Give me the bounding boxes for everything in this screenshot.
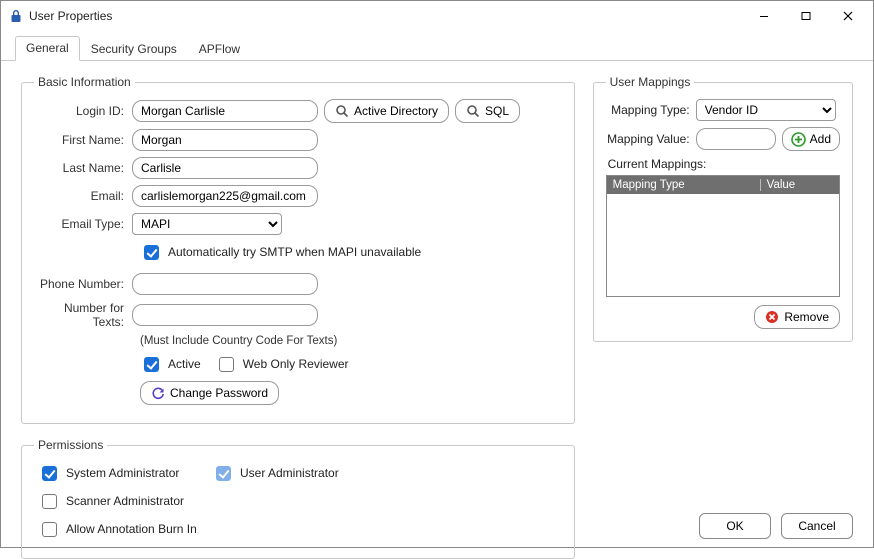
maximize-button[interactable] xyxy=(785,1,827,31)
scanneradmin-label: Scanner Administrator xyxy=(66,494,184,508)
auto-smtp-checkbox[interactable] xyxy=(144,245,159,260)
mapping-type-select[interactable]: Vendor ID xyxy=(696,99,836,121)
search-icon xyxy=(335,104,349,118)
search-icon xyxy=(466,104,480,118)
user-mappings-group: User Mappings Mapping Type: Vendor ID Ma… xyxy=(593,75,853,342)
current-mappings-grid[interactable]: Mapping Type Value xyxy=(606,175,840,297)
active-directory-button-label: Active Directory xyxy=(354,104,438,118)
cancel-button[interactable]: Cancel xyxy=(781,513,853,539)
sysadmin-label: System Administrator xyxy=(66,466,179,480)
sysadmin-checkbox-wrap[interactable]: System Administrator xyxy=(38,463,198,484)
active-directory-button[interactable]: Active Directory xyxy=(324,99,449,123)
auto-smtp-checkbox-wrap[interactable]: Automatically try SMTP when MAPI unavail… xyxy=(140,242,421,263)
text-number-note: (Must Include Country Code For Texts) xyxy=(140,335,562,347)
remove-icon xyxy=(765,310,779,324)
tab-security-groups-label: Security Groups xyxy=(91,42,177,56)
plus-icon xyxy=(791,132,806,147)
web-only-checkbox-wrap[interactable]: Web Only Reviewer xyxy=(215,354,349,375)
ok-button-label: OK xyxy=(726,519,743,533)
active-checkbox[interactable] xyxy=(144,357,159,372)
grid-body xyxy=(607,194,839,296)
allow-burn-checkbox[interactable] xyxy=(42,522,57,537)
login-id-input[interactable] xyxy=(132,100,318,122)
text-number-input[interactable] xyxy=(132,304,318,326)
ok-button[interactable]: OK xyxy=(699,513,771,539)
tab-general[interactable]: General xyxy=(15,36,80,61)
grid-header: Mapping Type Value xyxy=(607,176,839,194)
mapping-value-label: Mapping Value: xyxy=(606,132,696,146)
mapping-type-label: Mapping Type: xyxy=(606,103,696,117)
grid-col-value: Value xyxy=(761,179,839,191)
useradmin-checkbox xyxy=(216,466,231,481)
basic-information-legend: Basic Information xyxy=(34,75,135,89)
email-input[interactable] xyxy=(132,185,318,207)
first-name-label: First Name: xyxy=(34,133,132,147)
window-title: User Properties xyxy=(29,9,112,23)
web-only-checkbox[interactable] xyxy=(219,357,234,372)
current-mappings-label: Current Mappings: xyxy=(608,157,840,171)
add-mapping-label: Add xyxy=(810,132,831,146)
email-type-label: Email Type: xyxy=(34,217,132,231)
user-mappings-legend: User Mappings xyxy=(606,75,695,89)
tab-bar: General Security Groups APFlow xyxy=(1,31,873,61)
login-id-label: Login ID: xyxy=(34,104,132,118)
active-label: Active xyxy=(168,357,201,371)
useradmin-label: User Administrator xyxy=(240,466,339,480)
mapping-value-input[interactable] xyxy=(696,128,776,150)
phone-label: Phone Number: xyxy=(34,277,132,291)
sysadmin-checkbox[interactable] xyxy=(42,466,57,481)
email-label: Email: xyxy=(34,189,132,203)
phone-input[interactable] xyxy=(132,273,318,295)
grid-col-type: Mapping Type xyxy=(607,179,761,191)
text-number-label: Number for Texts: xyxy=(34,301,132,329)
tab-general-label: General xyxy=(26,41,69,55)
cancel-button-label: Cancel xyxy=(798,519,835,533)
permissions-legend: Permissions xyxy=(34,438,107,452)
change-password-button[interactable]: Change Password xyxy=(140,381,279,405)
sql-button[interactable]: SQL xyxy=(455,99,520,123)
dialog-button-bar: OK Cancel xyxy=(21,507,853,539)
tab-apflow-label: APFlow xyxy=(199,42,240,56)
useradmin-checkbox-wrap: User Administrator xyxy=(212,463,339,484)
last-name-label: Last Name: xyxy=(34,161,132,175)
permissions-group: Permissions System Administrator User Ad… xyxy=(21,438,575,559)
basic-information-group: Basic Information Login ID: Active Direc… xyxy=(21,75,575,424)
refresh-icon xyxy=(151,386,165,400)
web-only-label: Web Only Reviewer xyxy=(243,357,349,371)
sql-button-label: SQL xyxy=(485,104,509,118)
email-type-select[interactable]: MAPI xyxy=(132,213,282,235)
scanneradmin-checkbox[interactable] xyxy=(42,494,57,509)
close-button[interactable] xyxy=(827,1,869,31)
active-checkbox-wrap[interactable]: Active xyxy=(140,354,201,375)
first-name-input[interactable] xyxy=(132,129,318,151)
add-mapping-button[interactable]: Add xyxy=(782,127,840,151)
tab-apflow[interactable]: APFlow xyxy=(188,37,251,61)
titlebar: User Properties xyxy=(1,1,873,31)
tab-security-groups[interactable]: Security Groups xyxy=(80,37,188,61)
last-name-input[interactable] xyxy=(132,157,318,179)
remove-mapping-button[interactable]: Remove xyxy=(754,305,840,329)
minimize-button[interactable] xyxy=(743,1,785,31)
auto-smtp-label: Automatically try SMTP when MAPI unavail… xyxy=(168,245,421,259)
remove-mapping-label: Remove xyxy=(784,310,829,324)
change-password-label: Change Password xyxy=(170,386,268,400)
lock-icon xyxy=(9,9,23,23)
